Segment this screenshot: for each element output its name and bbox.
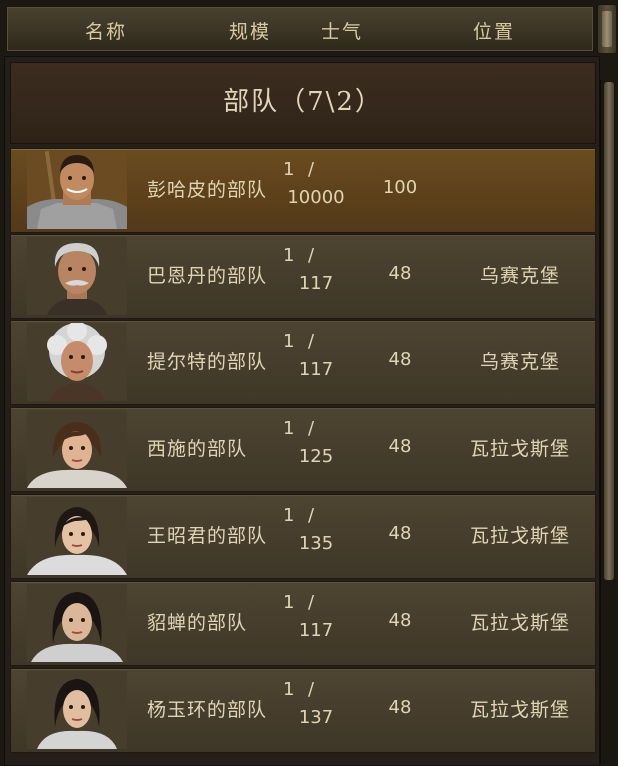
party-size-max: 10000 (287, 187, 345, 208)
party-size-max: 137 (298, 707, 334, 728)
column-header-size[interactable]: 规模 (229, 17, 271, 44)
header-scroll-knob[interactable] (602, 11, 612, 47)
column-header-location[interactable]: 位置 (473, 17, 515, 44)
party-location: 瓦拉戈斯堡 (469, 525, 570, 547)
party-name: 西施的部队 (147, 438, 248, 460)
party-size-current: 1 (283, 331, 295, 352)
party-row-0[interactable]: 彭哈皮的部队 1 / 10000 100 (10, 148, 596, 233)
party-row-6[interactable]: 杨玉环的部队 1 / 137 48 瓦拉戈斯堡 (10, 668, 596, 753)
portrait-old-man (27, 237, 127, 315)
party-list-scrollbar[interactable] (600, 80, 617, 764)
party-size-current: 1 (283, 505, 295, 526)
party-size-max: 117 (298, 273, 334, 294)
party-size-separator: / (308, 331, 315, 352)
party-row-1[interactable]: 巴恩丹的部队 1 / 117 48 乌赛克堡 (10, 234, 596, 319)
party-morale: 48 (388, 263, 412, 284)
party-size-separator: / (308, 159, 315, 180)
party-morale: 48 (388, 349, 412, 370)
party-size-max: 117 (298, 620, 334, 641)
party-name: 巴恩丹的部队 (147, 265, 268, 287)
portrait-young-woman (27, 584, 127, 662)
portrait-young-woman (27, 410, 127, 488)
party-group-title: 部队（7\2） (223, 87, 383, 117)
party-name: 王昭君的部队 (147, 525, 268, 547)
party-morale: 100 (382, 177, 418, 198)
party-location: 瓦拉戈斯堡 (469, 612, 570, 634)
party-location: 乌赛克堡 (479, 265, 560, 287)
scrollbar-thumb[interactable] (604, 82, 614, 580)
party-morale: 48 (388, 610, 412, 631)
portrait-male-warrior (27, 151, 127, 229)
portrait-young-woman (27, 671, 127, 749)
party-size-separator: / (308, 592, 315, 613)
party-name: 提尔特的部队 (147, 351, 268, 373)
party-location: 乌赛克堡 (479, 351, 560, 373)
party-name: 貂蝉的部队 (147, 612, 248, 634)
party-name: 杨玉环的部队 (147, 699, 268, 721)
party-name: 彭哈皮的部队 (147, 179, 268, 201)
party-size-current: 1 (283, 418, 295, 439)
portrait-young-woman (27, 497, 127, 575)
party-size-current: 1 (283, 679, 295, 700)
party-morale: 48 (388, 436, 412, 457)
party-location: 瓦拉戈斯堡 (469, 438, 570, 460)
party-size-current: 1 (283, 159, 295, 180)
party-location: 瓦拉戈斯堡 (469, 699, 570, 721)
party-size-current: 1 (283, 245, 295, 266)
party-row-2[interactable]: 提尔特的部队 1 / 117 48 乌赛克堡 (10, 320, 596, 405)
party-size-max: 125 (298, 446, 334, 467)
party-morale: 48 (388, 523, 412, 544)
party-row-5[interactable]: 貂蝉的部队 1 / 117 48 瓦拉戈斯堡 (10, 581, 596, 666)
party-row-3[interactable]: 西施的部队 1 / 125 48 瓦拉戈斯堡 (10, 407, 596, 492)
party-group-header[interactable]: 部队（7\2） (10, 62, 596, 144)
header-scroll-handle[interactable] (597, 4, 617, 54)
party-size-current: 1 (283, 592, 295, 613)
party-size-separator: / (308, 418, 315, 439)
column-header-morale[interactable]: 士气 (321, 17, 363, 44)
party-morale: 48 (388, 697, 412, 718)
party-size-separator: / (308, 245, 315, 266)
portrait-old-woman (27, 323, 127, 401)
party-size-separator: / (308, 505, 315, 526)
column-header-name[interactable]: 名称 (85, 17, 127, 44)
party-row-4[interactable]: 王昭君的部队 1 / 135 48 瓦拉戈斯堡 (10, 494, 596, 579)
party-size-separator: / (308, 679, 315, 700)
column-header-bar: 名称 规模 士气 位置 (6, 6, 594, 52)
party-size-max: 135 (298, 533, 334, 554)
party-size-max: 117 (298, 359, 334, 380)
